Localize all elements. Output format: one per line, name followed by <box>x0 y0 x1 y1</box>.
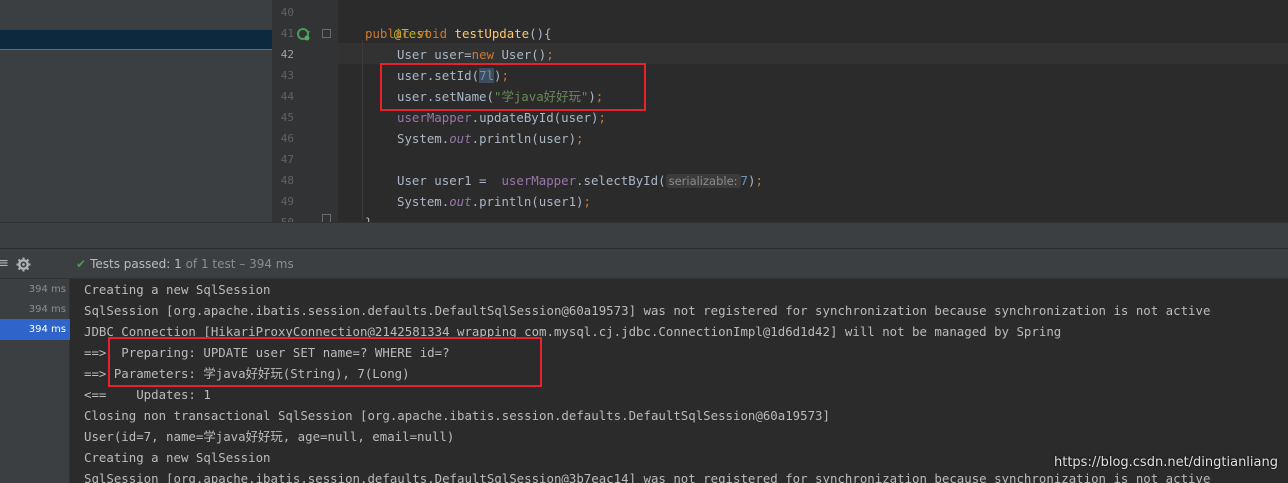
watermark: https://blog.csdn.net/dingtianliang <box>1053 455 1278 470</box>
gear-icon[interactable] <box>16 257 31 272</box>
tests-passed-detail: of 1 test – 394 ms <box>185 257 294 271</box>
code-line-40: @Test <box>364 2 431 41</box>
semicolon-token: ; <box>755 173 763 188</box>
console-line: SqlSession [org.apache.ibatis.session.de… <box>84 303 1211 318</box>
keyword-token: public void <box>365 26 455 41</box>
project-panel-strip <box>0 0 272 222</box>
field-token: userMapper <box>397 110 472 125</box>
line-number: 48 <box>280 174 294 187</box>
semicolon-token: ; <box>576 131 584 146</box>
code-line-50: } <box>365 212 372 222</box>
code-line-48: User user1 = userMapper.selectById(seria… <box>397 170 763 191</box>
project-panel-selected-row[interactable] <box>0 30 272 49</box>
code-line-42: User user=new User(); <box>397 44 554 65</box>
number-literal-token: 7 <box>740 173 749 188</box>
line-number: 44 <box>280 90 294 103</box>
line-number: 49 <box>280 195 294 208</box>
line-number: 47 <box>280 153 294 166</box>
test-tree-item[interactable]: 394 ms <box>0 279 70 300</box>
code-text: System. <box>397 131 450 146</box>
console-line: Closing non transactional SqlSession [or… <box>84 408 830 423</box>
run-test-icon[interactable] <box>297 27 311 41</box>
highlight-box-sql <box>108 337 542 387</box>
field-token: userMapper <box>501 173 577 188</box>
code-text: User user1 = <box>397 173 502 188</box>
test-tree: 394 ms 394 ms 394 ms <box>0 279 70 483</box>
code-text: System. <box>397 194 450 209</box>
code-line-49: System.out.println(user1); <box>397 191 591 212</box>
test-tree-item[interactable]: 394 ms <box>0 299 70 320</box>
code-text: User() <box>501 47 547 62</box>
console-line: Creating a new SqlSession <box>84 450 271 465</box>
parameter-hint: serializable: <box>665 174 741 188</box>
fold-marker-icon[interactable] <box>322 29 331 38</box>
code-text: .println(user1) <box>471 194 584 209</box>
console-line: <== Updates: 1 <box>84 387 211 402</box>
code-text: .updateById(user) <box>471 110 599 125</box>
highlight-box-setters <box>380 63 646 111</box>
code-text: User user= <box>397 47 472 62</box>
keyword-token: new <box>471 47 502 62</box>
code-line-41: public void testUpdate(){ <box>365 23 552 44</box>
code-text: .selectById( <box>576 173 666 188</box>
code-line-46: System.out.println(user); <box>397 128 584 149</box>
tests-passed-count: 1 <box>174 257 182 271</box>
static-field-token: out <box>449 194 472 209</box>
indent-guide <box>362 40 363 220</box>
semicolon-token: ; <box>546 47 554 62</box>
tests-passed-label: Tests passed: <box>90 257 171 271</box>
code-text: } <box>365 215 372 222</box>
line-number: 43 <box>280 69 294 82</box>
code-text: .println(user) <box>471 131 577 146</box>
line-number: 40 <box>280 6 294 19</box>
run-window-toolbar: ≡ ✔ Tests passed: 1 of 1 test – 394 ms <box>0 249 1288 279</box>
console-line: SqlSession [org.apache.ibatis.session.de… <box>84 471 1211 483</box>
tests-status: ✔ Tests passed: 1 of 1 test – 394 ms <box>76 249 294 279</box>
line-number: 45 <box>280 111 294 124</box>
console-line: User(id=7, name=学java好好玩, age=null, emai… <box>84 429 455 444</box>
line-number: 42 <box>280 48 294 61</box>
method-name-token: testUpdate <box>454 26 530 41</box>
semicolon-token: ; <box>583 194 591 209</box>
semicolon-token: ; <box>598 110 606 125</box>
static-field-token: out <box>449 131 472 146</box>
project-panel-selection-edge <box>0 49 272 50</box>
run-window-header <box>0 222 1288 249</box>
console-line: Creating a new SqlSession <box>84 282 271 297</box>
check-icon: ✔ <box>76 257 87 271</box>
test-tree-item-selected[interactable]: 394 ms <box>0 319 70 340</box>
code-text: (){ <box>529 26 552 41</box>
code-editor[interactable]: @Test public void testUpdate(){ User use… <box>338 0 1288 222</box>
sort-icon[interactable]: ≡ <box>0 249 9 279</box>
line-number: 46 <box>280 132 294 145</box>
line-number: 41 <box>280 27 294 40</box>
